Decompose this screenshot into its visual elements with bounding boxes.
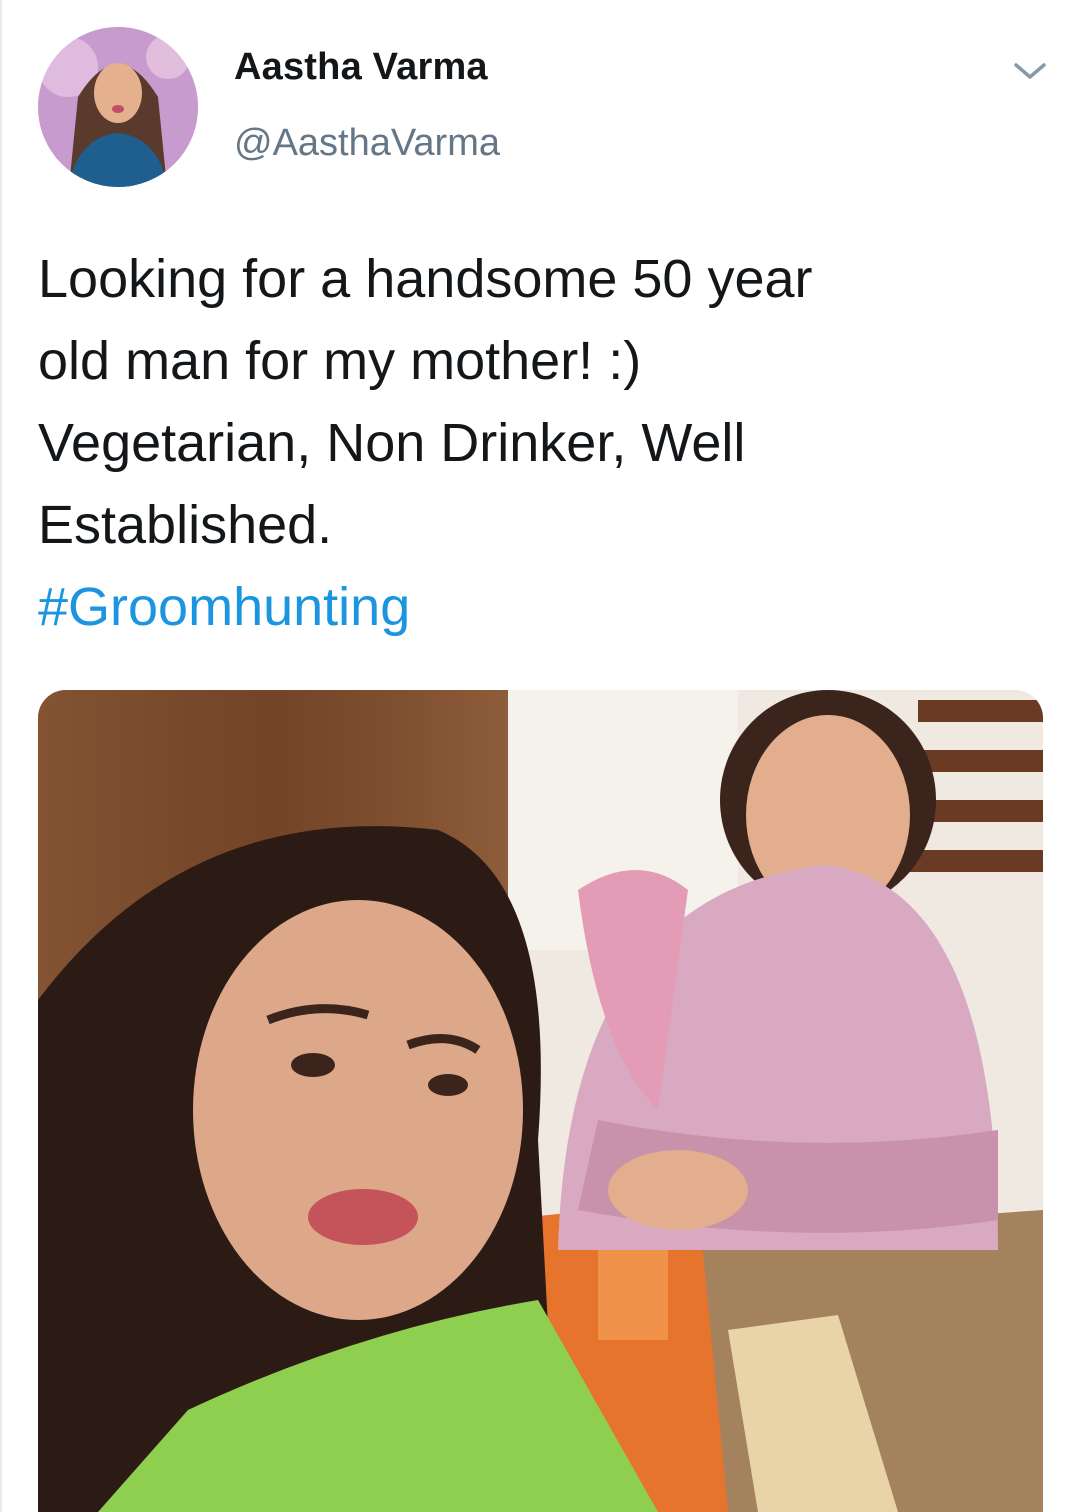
tweet-photo[interactable] bbox=[38, 690, 1043, 1512]
tweet-text: Looking for a handsome 50 year old man f… bbox=[38, 238, 1038, 648]
tweet-text-line: Established. bbox=[38, 495, 333, 555]
author-name[interactable]: Aastha Varma bbox=[234, 46, 488, 89]
author-handle[interactable]: @AasthaVarma bbox=[234, 122, 500, 165]
tweet-text-line: old man for my mother! :) bbox=[38, 331, 642, 391]
hashtag-link[interactable]: #Groomhunting bbox=[38, 577, 410, 637]
tweet-text-line: Looking for a handsome 50 year bbox=[38, 249, 813, 309]
chevron-down-icon[interactable] bbox=[1010, 56, 1050, 86]
timeline-divider bbox=[0, 0, 2, 1512]
tweet-text-line: Vegetarian, Non Drinker, Well bbox=[38, 413, 746, 473]
avatar[interactable] bbox=[38, 27, 198, 187]
